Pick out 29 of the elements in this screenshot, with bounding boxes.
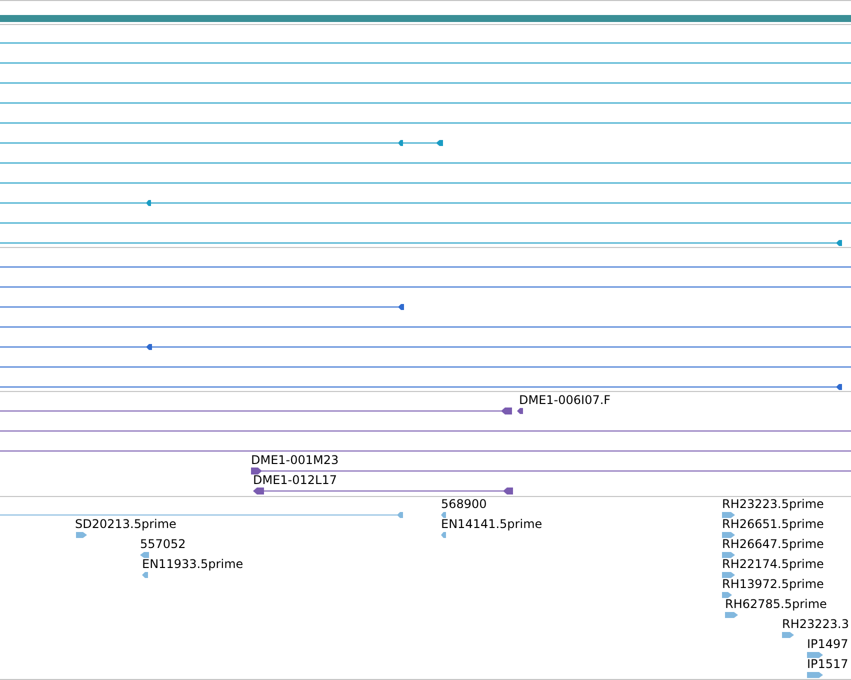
left-arrow-icon[interactable] — [436, 140, 443, 146]
feature-label: IP1497 — [807, 638, 848, 650]
left-arrow-icon[interactable] — [503, 488, 513, 494]
left-arrow-icon[interactable] — [146, 344, 152, 350]
feature-label: DME1-006I07.F — [519, 394, 611, 406]
left-arrow-icon[interactable] — [146, 200, 151, 206]
feature-label: EN14141.5prime — [441, 518, 542, 530]
left-arrow-icon[interactable] — [398, 304, 404, 310]
feature-label: DME1-012L17 — [253, 474, 337, 486]
feature-label: 568900 — [441, 498, 487, 510]
feature-label: RH26651.5prime — [722, 518, 824, 530]
feature-label: EN11933.5prime — [142, 558, 244, 570]
feature-label: RH26647.5prime — [722, 538, 824, 550]
feature-label: RH22174.5prime — [722, 558, 824, 570]
feature-label: IP1517 — [807, 658, 848, 670]
feature-label: SD20213.5prime — [75, 518, 176, 530]
feature-label: 557052 — [140, 538, 186, 550]
left-arrow-icon[interactable] — [501, 408, 512, 414]
right-arrow-icon[interactable] — [251, 468, 262, 474]
left-arrow-icon[interactable] — [398, 140, 403, 146]
left-arrow-icon[interactable] — [836, 384, 842, 390]
left-arrow-icon[interactable] — [836, 240, 842, 246]
left-arrow-icon[interactable] — [253, 488, 264, 494]
feature-label: RH23223.5prime — [722, 498, 824, 510]
feature-label: RH23223.3 — [782, 618, 849, 630]
feature-label: RH62785.5prime — [725, 598, 827, 610]
feature-label: RH13972.5prime — [722, 578, 824, 590]
left-arrow-icon[interactable] — [517, 408, 523, 414]
feature-label: DME1-001M23 — [251, 454, 339, 466]
